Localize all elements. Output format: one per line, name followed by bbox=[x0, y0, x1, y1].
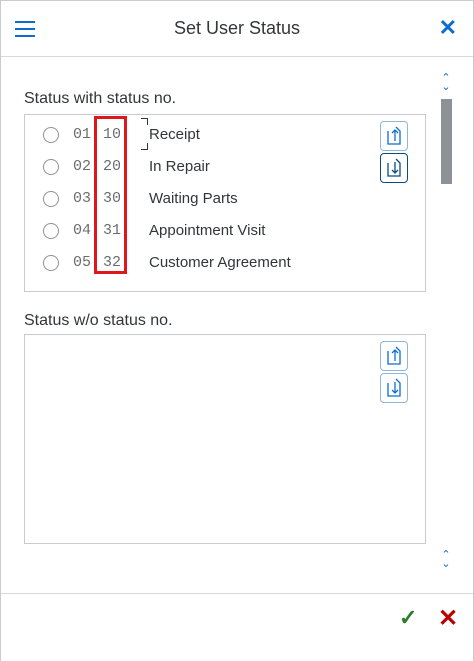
status-label: In Repair bbox=[149, 158, 210, 175]
status-position: 04 bbox=[73, 222, 92, 239]
dialog-footer: ✓ ✕ bbox=[1, 593, 473, 661]
sort-ascending-button[interactable] bbox=[380, 121, 408, 151]
status-radio[interactable] bbox=[43, 223, 59, 239]
status-radio[interactable] bbox=[43, 191, 59, 207]
scroll-down-icon[interactable]: ⌃ ⌄ bbox=[437, 550, 455, 570]
status-row[interactable]: 04 31 Appointment Visit bbox=[25, 220, 365, 244]
cancel-x-icon[interactable]: ✕ bbox=[438, 604, 458, 633]
status-radio[interactable] bbox=[43, 255, 59, 271]
status-number-highlight bbox=[94, 116, 127, 274]
sort-descending-button[interactable] bbox=[380, 373, 408, 403]
confirm-check-icon[interactable]: ✓ bbox=[399, 605, 417, 631]
status-radio[interactable] bbox=[43, 127, 59, 143]
status-position: 03 bbox=[73, 190, 92, 207]
set-user-status-dialog: Set User Status ✕ ⌃ ⌄ ⌃ ⌄ Status with stat… bbox=[0, 0, 474, 661]
status-position: 02 bbox=[73, 158, 92, 175]
dialog-header: Set User Status ✕ bbox=[1, 1, 473, 57]
status-label: Customer Agreement bbox=[149, 254, 291, 271]
status-position: 01 bbox=[73, 126, 92, 143]
focus-corner bbox=[141, 118, 148, 125]
dialog-title: Set User Status bbox=[173, 18, 301, 38]
status-row[interactable]: 05 32 Customer Agreement bbox=[25, 252, 365, 276]
close-icon[interactable]: ✕ bbox=[439, 16, 457, 40]
section-label-without-no: Status w/o status no. bbox=[24, 312, 173, 329]
status-position: 05 bbox=[73, 254, 92, 271]
status-row[interactable]: 01 10 Receipt bbox=[25, 124, 365, 148]
scrollbar-thumb[interactable] bbox=[441, 99, 452, 184]
status-label: Appointment Visit bbox=[149, 222, 266, 239]
status-row[interactable]: 03 30 Waiting Parts bbox=[25, 188, 365, 212]
sort-descending-icon bbox=[387, 158, 401, 177]
sort-ascending-icon bbox=[387, 126, 401, 145]
sort-ascending-icon bbox=[387, 346, 401, 365]
status-row[interactable]: 02 20 In Repair bbox=[25, 156, 365, 180]
dialog-content: ⌃ ⌄ ⌃ ⌄ Status with status no. 01 10 Recei… bbox=[1, 57, 473, 593]
focus-corner bbox=[141, 143, 148, 150]
status-label: Waiting Parts bbox=[149, 190, 238, 207]
section-label-with-no: Status with status no. bbox=[24, 90, 177, 107]
status-radio[interactable] bbox=[43, 159, 59, 175]
sort-ascending-button[interactable] bbox=[380, 341, 408, 371]
status-without-no-list bbox=[24, 334, 426, 544]
sort-descending-icon bbox=[387, 378, 401, 397]
scroll-up-icon[interactable]: ⌃ ⌄ bbox=[437, 73, 455, 93]
status-label: Receipt bbox=[149, 126, 200, 143]
sort-descending-button[interactable] bbox=[380, 153, 408, 183]
status-with-no-list: 01 10 Receipt 02 20 In Repair 03 30 Wait… bbox=[24, 114, 426, 292]
